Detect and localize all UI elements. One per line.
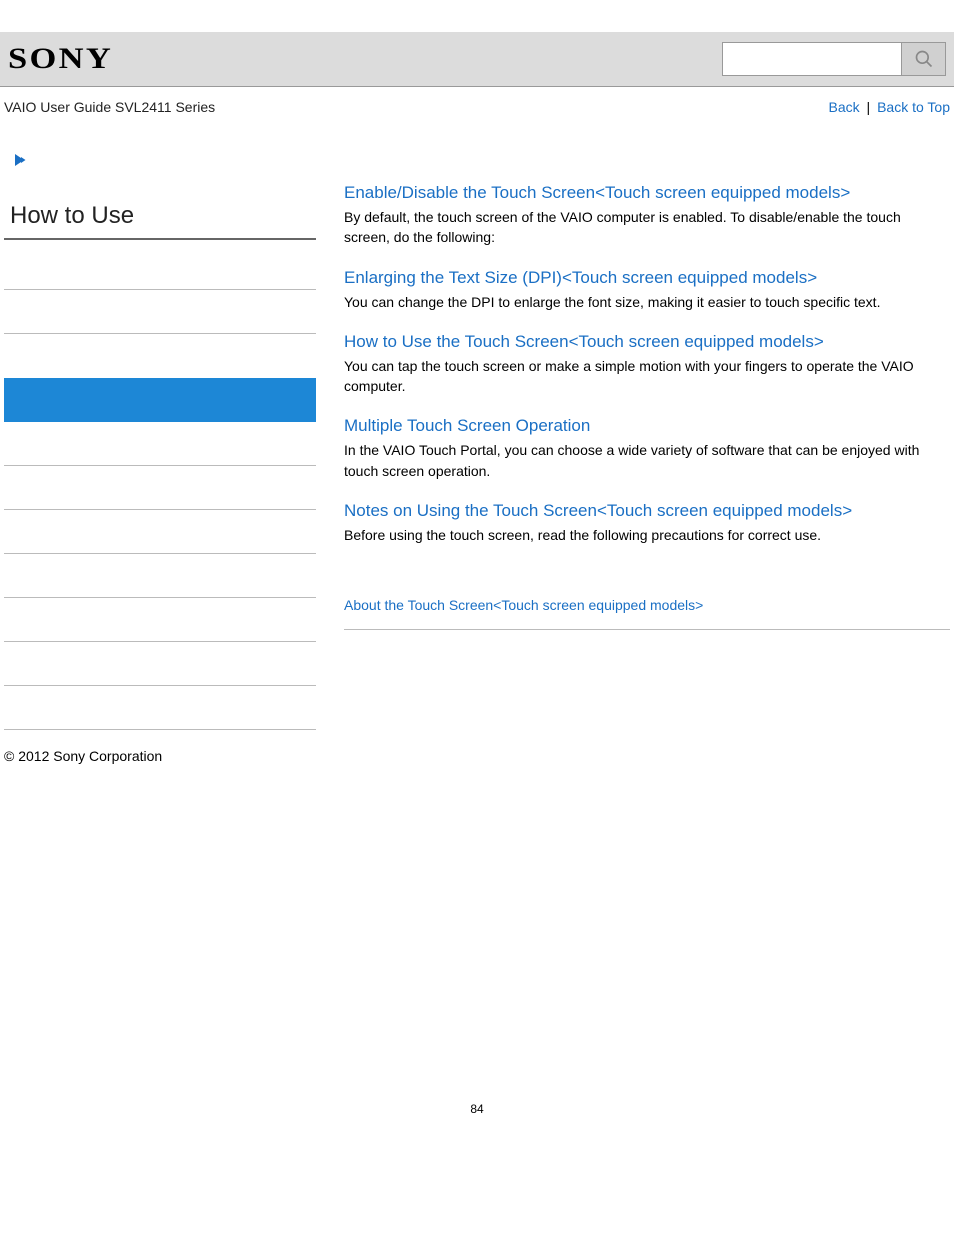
search-button[interactable] [902,42,946,76]
search-group [722,42,946,76]
sidebar-item[interactable] [4,246,316,290]
sidebar-item[interactable] [4,598,316,642]
topic-link[interactable]: How to Use the Touch Screen<Touch screen… [344,332,950,352]
topic-link[interactable]: Multiple Touch Screen Operation [344,416,950,436]
main-content: Enable/Disable the Touch Screen<Touch sc… [344,133,950,730]
sidebar: How to Use [4,133,316,730]
header: SONY [0,32,954,87]
sony-logo: SONY [8,42,113,76]
search-icon [914,49,934,69]
sidebar-item[interactable] [4,642,316,686]
topic: Multiple Touch Screen Operation In the V… [344,416,950,481]
topic-desc: By default, the touch screen of the VAIO… [344,207,950,248]
sidebar-nav-list [4,246,316,730]
section-title: How to Use [4,202,316,240]
topic-link[interactable]: Enlarging the Text Size (DPI)<Touch scre… [344,268,950,288]
topic: Enlarging the Text Size (DPI)<Touch scre… [344,268,950,312]
body-area: How to Use Enable/Disable the Touch Scre… [0,133,954,730]
back-to-top-link[interactable]: Back to Top [877,99,950,115]
sidebar-item[interactable] [4,290,316,334]
topic-desc: You can change the DPI to enlarge the fo… [344,292,950,312]
sidebar-item[interactable] [4,466,316,510]
nav-separator: | [863,99,874,115]
topic-desc: In the VAIO Touch Portal, you can choose… [344,440,950,481]
topic: Notes on Using the Touch Screen<Touch sc… [344,501,950,545]
sidebar-item[interactable] [4,510,316,554]
back-link[interactable]: Back [829,99,860,115]
search-input[interactable] [722,42,902,76]
topic-link[interactable]: Notes on Using the Touch Screen<Touch sc… [344,501,950,521]
topic-desc: Before using the touch screen, read the … [344,525,950,545]
chevron-icon[interactable] [12,151,316,172]
related-section: About the Touch Screen<Touch screen equi… [344,597,950,630]
page-number: 84 [0,1102,954,1146]
topic: Enable/Disable the Touch Screen<Touch sc… [344,183,950,248]
topic-link[interactable]: Enable/Disable the Touch Screen<Touch sc… [344,183,950,203]
sidebar-item[interactable] [4,422,316,466]
guide-title: VAIO User Guide SVL2411 Series [4,99,215,115]
sidebar-item[interactable] [4,334,316,378]
breadcrumb-nav: Back | Back to Top [829,99,950,115]
sidebar-item-active[interactable] [4,378,316,422]
copyright: © 2012 Sony Corporation [0,730,954,782]
topic-desc: You can tap the touch screen or make a s… [344,356,950,397]
sidebar-item[interactable] [4,554,316,598]
related-link[interactable]: About the Touch Screen<Touch screen equi… [344,597,703,613]
subheader: VAIO User Guide SVL2411 Series Back | Ba… [0,87,954,133]
sidebar-item[interactable] [4,686,316,730]
topic: How to Use the Touch Screen<Touch screen… [344,332,950,397]
